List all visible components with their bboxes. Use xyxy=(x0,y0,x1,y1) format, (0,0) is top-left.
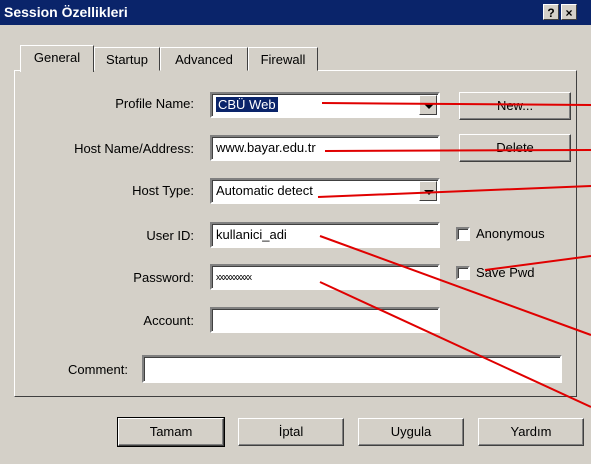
chevron-down-icon[interactable] xyxy=(419,95,437,115)
comment-input[interactable] xyxy=(142,355,562,383)
tab-general[interactable]: General xyxy=(20,45,94,72)
delete-button[interactable]: Delete xyxy=(459,134,571,162)
ok-button[interactable]: Tamam xyxy=(117,417,225,447)
profile-name-combo[interactable]: CBÜ Web xyxy=(210,92,440,118)
account-input[interactable] xyxy=(210,307,440,333)
profile-name-label: Profile Name: xyxy=(115,96,194,111)
save-pwd-checkbox[interactable] xyxy=(456,266,470,280)
comment-label: Comment: xyxy=(68,362,128,377)
user-id-label: User ID: xyxy=(146,228,194,243)
password-input[interactable]: xxxxxxxxxx xyxy=(210,264,440,290)
account-label: Account: xyxy=(143,313,194,328)
anonymous-label: Anonymous xyxy=(476,226,545,241)
new-button[interactable]: New... xyxy=(459,92,571,120)
title-bar: Session Özellikleri ? × xyxy=(0,0,591,25)
anonymous-checkbox[interactable] xyxy=(456,227,470,241)
tab-advanced[interactable]: Advanced xyxy=(160,47,248,71)
tab-firewall[interactable]: Firewall xyxy=(248,47,318,71)
password-label: Password: xyxy=(133,270,194,285)
help-title-button[interactable]: ? xyxy=(543,4,559,20)
host-name-label: Host Name/Address: xyxy=(74,141,194,156)
profile-name-value: CBÜ Web xyxy=(216,97,278,112)
session-properties-dialog: Session Özellikleri ? × General Startup … xyxy=(0,0,591,464)
host-type-value: Automatic detect xyxy=(216,183,313,198)
host-name-input[interactable]: www.bayar.edu.tr xyxy=(210,135,440,161)
host-type-combo[interactable]: Automatic detect xyxy=(210,178,440,204)
tab-startup[interactable]: Startup xyxy=(94,47,160,71)
user-id-input[interactable]: kullanici_adi xyxy=(210,222,440,248)
close-icon[interactable]: × xyxy=(561,4,577,20)
help-button[interactable]: Yardım xyxy=(478,418,584,446)
apply-button[interactable]: Uygula xyxy=(358,418,464,446)
chevron-down-icon[interactable] xyxy=(419,181,437,201)
window-title: Session Özellikleri xyxy=(4,4,128,20)
save-pwd-label: Save Pwd xyxy=(476,265,535,280)
cancel-button[interactable]: İptal xyxy=(238,418,344,446)
host-type-label: Host Type: xyxy=(132,183,194,198)
